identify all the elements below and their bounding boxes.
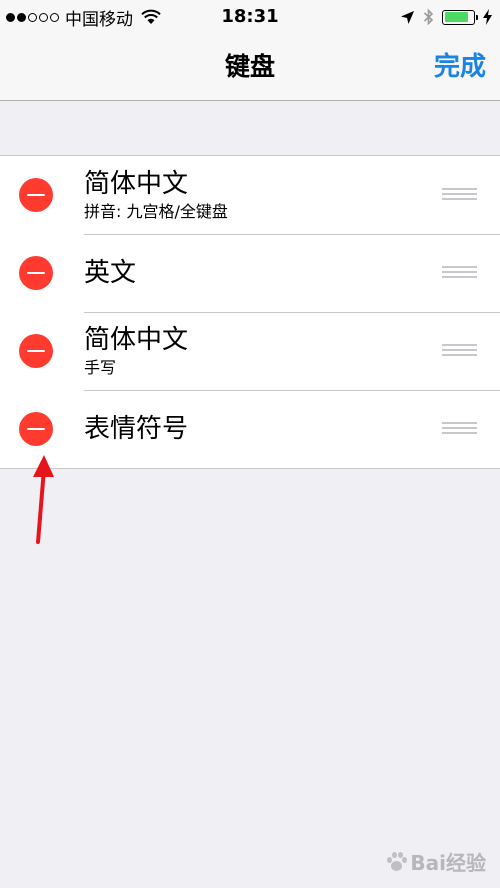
delete-minus-icon[interactable]	[19, 334, 53, 368]
keyboard-subtitle: 手写	[84, 358, 117, 377]
row-text: 表情符号	[84, 390, 188, 468]
delete-minus-icon[interactable]	[19, 412, 53, 446]
keyboard-row-1: 简体中文 拼音: 九宫格/全键盘	[0, 156, 500, 234]
delete-minus-icon[interactable]	[19, 178, 53, 212]
delete-minus-icon[interactable]	[19, 256, 53, 290]
reorder-handle-icon[interactable]	[442, 188, 477, 202]
status-bar: 中国移动 18:31	[0, 0, 500, 34]
keyboard-row-2: 英文	[0, 234, 500, 312]
reorder-handle-icon[interactable]	[442, 422, 477, 436]
keyboard-subtitle: 拼音: 九宫格/全键盘	[84, 202, 228, 221]
battery-icon	[442, 9, 478, 25]
reorder-handle-icon[interactable]	[442, 344, 477, 358]
bluetooth-icon	[423, 8, 434, 26]
battery-level	[444, 12, 469, 22]
status-right	[400, 4, 492, 30]
watermark: Bai经验	[385, 847, 486, 876]
red-arrow-annotation	[33, 455, 54, 544]
location-arrow-icon	[401, 10, 414, 24]
row-text: 简体中文 手写	[84, 312, 188, 390]
keyboard-list: 简体中文 拼音: 九宫格/全键盘 英文 简体中文 手写 表情符号	[0, 155, 500, 469]
keyboard-title: 简体中文	[84, 325, 189, 355]
watermark-text: Bai经验	[410, 851, 486, 875]
row-text: 简体中文 拼音: 九宫格/全键盘	[84, 156, 228, 234]
keyboard-row-4: 表情符号	[0, 390, 500, 468]
keyboard-title: 英文	[84, 258, 137, 288]
page-title: 键盘	[224, 52, 275, 81]
keyboard-row-3: 简体中文 手写	[0, 312, 500, 390]
reorder-handle-icon[interactable]	[442, 266, 477, 280]
row-text: 英文	[84, 234, 136, 312]
done-button[interactable]: 完成	[434, 34, 486, 100]
keyboard-title: 表情符号	[84, 414, 189, 444]
charging-bolt-icon	[483, 9, 492, 25]
paw-logo-icon	[385, 851, 408, 873]
nav-bar: 键盘 完成	[0, 34, 500, 101]
keyboard-title: 简体中文	[84, 169, 189, 199]
